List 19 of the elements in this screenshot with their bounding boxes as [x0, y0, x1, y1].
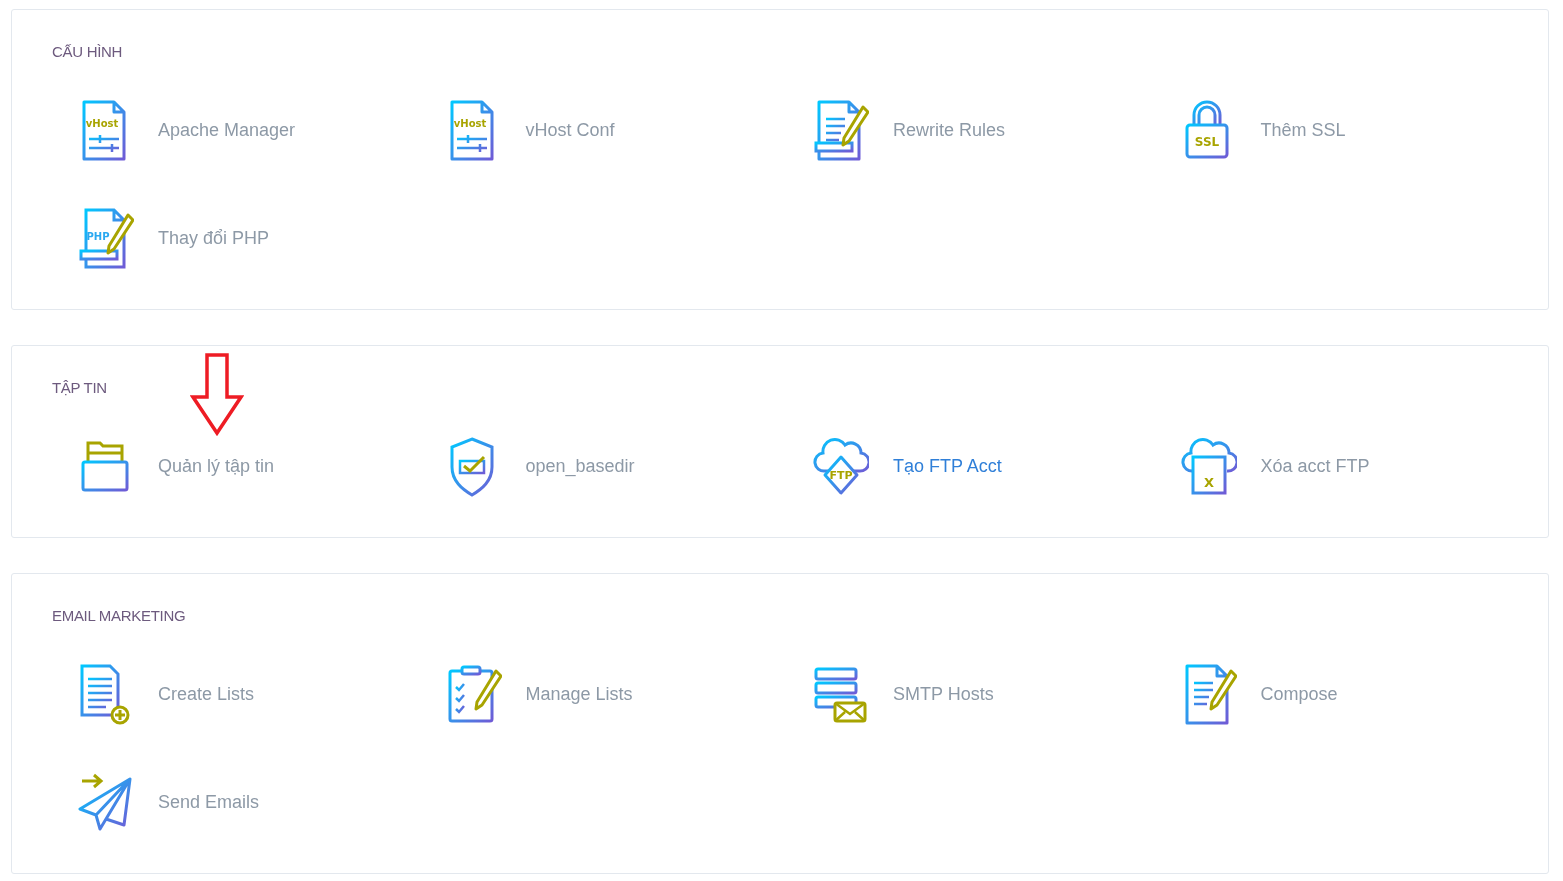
feature-link[interactable]: SMTP Hosts — [813, 663, 1153, 725]
section-title: TẬP TIN — [52, 378, 108, 398]
doc-edit-icon — [813, 99, 869, 161]
section-title: EMAIL MARKETING — [52, 606, 187, 626]
feature-link[interactable]: Create Lists — [78, 663, 418, 725]
feature-link[interactable]: vHost Apache Manager — [78, 99, 418, 161]
feature-link[interactable]: open_basedir — [445, 435, 786, 497]
feature-link[interactable]: Send Emails — [78, 771, 418, 833]
feature-link[interactable]: Compose — [1180, 663, 1521, 725]
plane-icon — [78, 771, 134, 833]
feature-link[interactable]: PHP Thay đổi PHP — [78, 207, 418, 269]
feature-link[interactable]: Manage Lists — [445, 663, 786, 725]
feature-link[interactable]: X Xóa acct FTP — [1180, 435, 1521, 497]
feature-link[interactable]: vHost vHost Conf — [445, 99, 786, 161]
feature-link[interactable]: Quản lý tập tin — [78, 435, 418, 497]
section-title: CẤU HÌNH — [52, 42, 124, 62]
feature-link[interactable]: FTP Tạo FTP Acct — [813, 435, 1153, 497]
feature-link[interactable]: SSL Thêm SSL — [1180, 99, 1521, 161]
feature-link[interactable]: Rewrite Rules — [813, 99, 1153, 161]
